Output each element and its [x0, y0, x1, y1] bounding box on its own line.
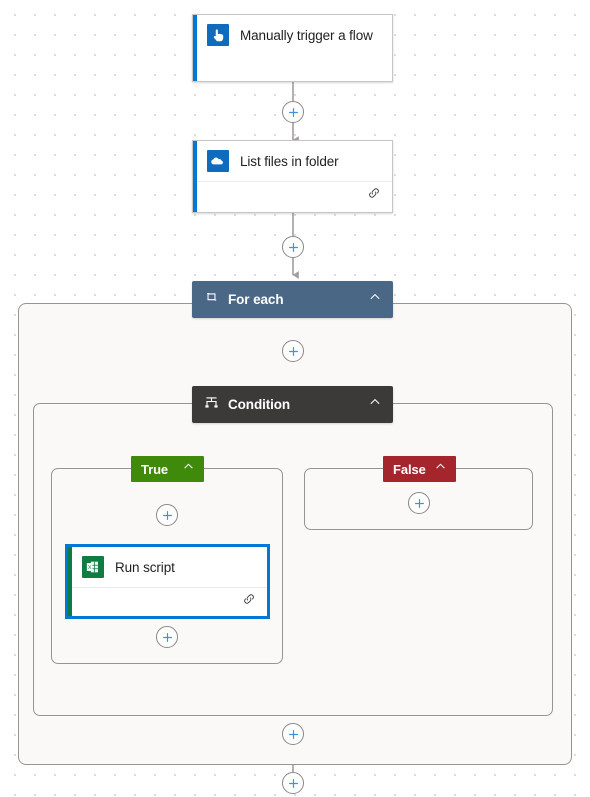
true-branch-label: True: [141, 461, 169, 477]
link-icon[interactable]: [242, 592, 256, 611]
card-accent-bar: [193, 15, 197, 81]
manual-trigger-icon: [207, 24, 229, 46]
loop-icon: [204, 290, 219, 310]
flow-canvas[interactable]: Manually trigger a flow List files in fo…: [0, 0, 590, 797]
action-card-list-files-in-folder[interactable]: List files in folder: [192, 140, 393, 213]
insert-step-button-after-list-files[interactable]: [282, 236, 304, 258]
insert-step-button-after-run-script[interactable]: [156, 626, 178, 648]
svg-text:X: X: [88, 565, 92, 571]
excel-icon: X: [82, 556, 104, 578]
insert-step-button-after-condition[interactable]: [282, 723, 304, 745]
insert-step-button-in-true-branch[interactable]: [156, 504, 178, 526]
false-branch-badge[interactable]: False: [383, 456, 456, 482]
run-script-card-footer: [68, 587, 267, 614]
condition-title: Condition: [228, 397, 291, 412]
list-files-card-title: List files in folder: [240, 153, 339, 169]
card-accent-bar: [193, 141, 197, 212]
trigger-card-manually-trigger-a-flow[interactable]: Manually trigger a flow: [192, 14, 393, 82]
card-accent-bar: [68, 547, 72, 616]
chevron-up-icon[interactable]: [182, 460, 195, 478]
action-card-run-script[interactable]: X Run script: [65, 544, 270, 619]
onedrive-icon: [207, 150, 229, 172]
trigger-card-header: Manually trigger a flow: [193, 15, 392, 55]
condition-header[interactable]: Condition: [192, 386, 393, 423]
chevron-up-icon[interactable]: [434, 460, 447, 478]
insert-step-button-in-false-branch[interactable]: [408, 492, 430, 514]
chevron-up-icon[interactable]: [368, 290, 382, 309]
list-files-card-header: List files in folder: [193, 141, 392, 181]
insert-step-button-after-for-each[interactable]: [282, 772, 304, 794]
for-each-header[interactable]: For each: [192, 281, 393, 318]
true-branch-badge[interactable]: True: [131, 456, 204, 482]
insert-step-button-inside-for-each[interactable]: [282, 340, 304, 362]
link-icon[interactable]: [367, 186, 381, 205]
trigger-card-title: Manually trigger a flow: [240, 27, 373, 43]
for-each-title: For each: [228, 292, 284, 307]
list-files-card-footer: [193, 181, 392, 208]
insert-step-button-after-trigger[interactable]: [282, 101, 304, 123]
run-script-card-header: X Run script: [68, 547, 267, 587]
false-branch-label: False: [393, 461, 426, 477]
chevron-up-icon[interactable]: [368, 395, 382, 414]
run-script-card-title: Run script: [115, 559, 175, 575]
condition-icon: [204, 395, 219, 415]
